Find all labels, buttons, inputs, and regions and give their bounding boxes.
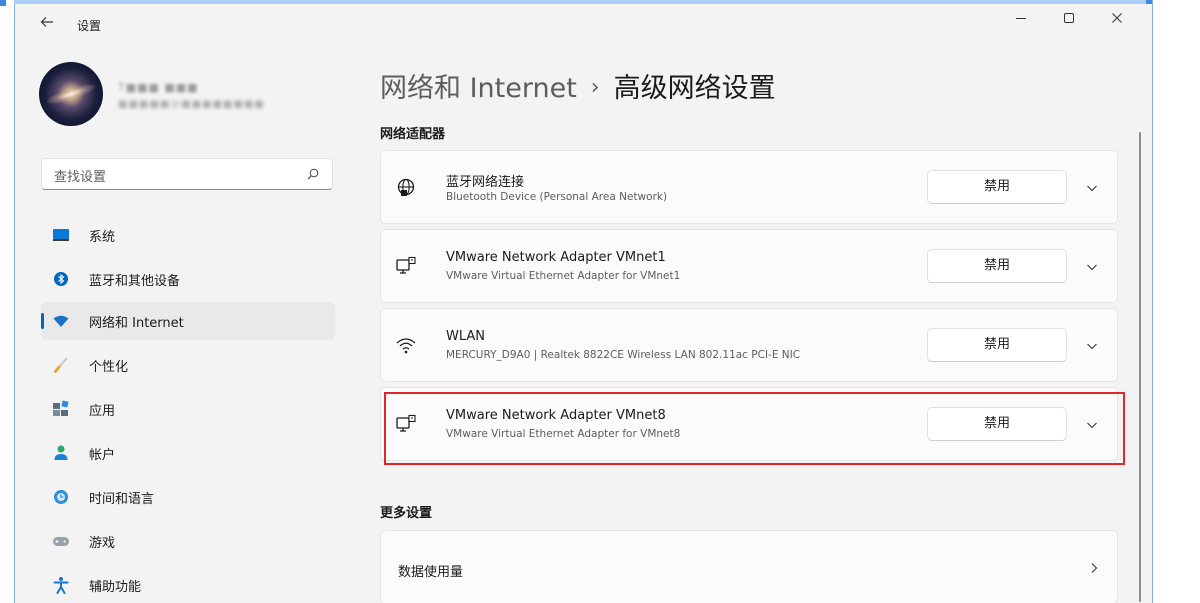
adapter-subtitle: VMware Virtual Ethernet Adapter for VMne… [446,270,681,282]
section-heading-adapters: 网络适配器 [380,127,446,142]
back-arrow-icon[interactable] [39,14,57,32]
sidebar-item-bluetooth[interactable]: 蓝牙和其他设备 [41,260,335,298]
sidebar-item-time-language[interactable]: 时间和语言 [41,478,335,516]
adapter-subtitle: Bluetooth Device (Personal Area Network) [446,191,668,203]
disable-button[interactable]: 禁用 [927,170,1067,204]
chevron-down-icon[interactable] [1085,181,1099,195]
sidebar-item-label: 蓝牙和其他设备 [89,274,181,289]
breadcrumb-separator: › [590,75,600,100]
adapter-title: VMware Network Adapter VMnet8 [446,408,666,423]
globe-network-icon [397,178,415,196]
ethernet-monitor-icon [396,256,416,274]
sidebar-item-label: 个性化 [89,360,129,375]
sidebar-item-accounts[interactable]: 帐户 [41,434,335,472]
sidebar-item-label: 游戏 [89,536,116,551]
minimize-button[interactable] [999,4,1043,32]
disable-button[interactable]: 禁用 [927,328,1067,362]
app-title: 设置 [77,19,102,33]
user-email: ■■■■■@■■■■■■■■ [118,99,265,110]
sidebar-item-label: 应用 [89,404,116,419]
adapter-title: VMware Network Adapter VMnet1 [446,250,666,265]
bluetooth-icon [54,272,68,286]
adapter-card-vmnet1[interactable]: VMware Network Adapter VMnet1 VMware Vir… [380,229,1118,303]
sidebar-item-label: 帐户 [89,448,116,463]
adapter-card-vmnet8[interactable]: VMware Network Adapter VMnet8 VMware Vir… [380,387,1118,461]
data-usage-item[interactable]: 数据使用量 [380,530,1118,603]
active-indicator [41,313,44,329]
adapter-card-bluetooth[interactable]: 蓝牙网络连接 Bluetooth Device (Personal Area N… [380,150,1118,224]
close-icon [1112,13,1122,23]
chevron-down-icon[interactable] [1085,339,1099,353]
adapter-title: 蓝牙网络连接 [446,175,525,190]
adapter-subtitle: VMware Virtual Ethernet Adapter for VMne… [446,428,681,440]
frame-handle-left[interactable] [0,0,6,6]
sidebar-item-system[interactable]: 系统 [41,216,335,254]
clock-globe-icon [54,490,68,504]
scrollbar[interactable] [1139,132,1141,602]
chevron-right-icon [1091,563,1098,573]
sidebar-item-label: 网络和 Internet [89,316,184,331]
adapter-card-wlan[interactable]: WLAN MERCURY_D9A0 | Realtek 8822CE Wirel… [380,308,1118,382]
breadcrumb-parent[interactable]: 网络和 Internet [380,73,577,104]
search-input[interactable]: 查找设置 [41,158,333,190]
minimize-icon [1016,18,1026,19]
adapter-title: WLAN [446,329,486,344]
chevron-down-icon[interactable] [1085,260,1099,274]
page-title: 高级网络设置 [613,73,776,104]
sidebar-item-label: 系统 [89,230,116,245]
disable-button[interactable]: 禁用 [927,407,1067,441]
sidebar-item-personalization[interactable]: 个性化 [41,346,335,384]
account-icon [54,445,68,460]
right-frame [1152,0,1153,603]
adapter-subtitle: MERCURY_D9A0 | Realtek 8822CE Wireless L… [446,349,801,361]
maximize-button[interactable] [1047,4,1091,32]
search-icon[interactable] [306,167,320,181]
brush-icon [54,357,68,373]
system-icon [53,229,69,241]
section-heading-more-settings: 更多设置 [380,506,433,521]
accessibility-icon [53,577,69,594]
left-frame [0,0,15,603]
data-usage-label: 数据使用量 [398,565,464,580]
search-placeholder: 查找设置 [54,170,107,185]
sidebar-item-accessibility[interactable]: 辅助功能 [41,566,335,603]
wifi-icon [396,338,416,354]
sidebar-item-label: 时间和语言 [89,492,155,507]
maximize-icon [1064,13,1074,23]
breadcrumb: 网络和 Internet › 高级网络设置 [380,66,776,105]
settings-window: 设置 T■■■ ■■■ ■■■■■@■■■■■■■■ 查找设置 系统 蓝牙和其他… [15,4,1152,603]
ethernet-monitor-icon [396,414,416,432]
apps-icon [53,400,69,416]
disable-button[interactable]: 禁用 [927,249,1067,283]
sidebar-item-network[interactable]: 网络和 Internet [41,302,335,340]
sidebar-item-gaming[interactable]: 游戏 [41,522,335,560]
sidebar-item-label: 辅助功能 [89,580,142,595]
gamepad-icon [53,537,69,546]
sidebar-item-apps[interactable]: 应用 [41,390,335,428]
close-button[interactable] [1095,4,1139,32]
wifi-icon [53,315,69,327]
avatar[interactable] [39,62,103,126]
user-name: T■■■ ■■■ [118,81,199,94]
chevron-down-icon[interactable] [1085,418,1099,432]
